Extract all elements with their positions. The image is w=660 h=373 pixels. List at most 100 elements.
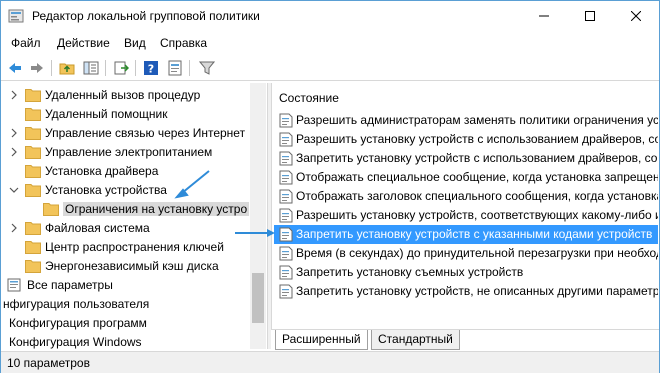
- tree-item[interactable]: Удаленный помощник: [1, 105, 251, 124]
- policy-label: Запретить установку съемных устройств: [296, 265, 524, 279]
- menu-file[interactable]: Файл: [11, 36, 41, 50]
- tree-item[interactable]: Установка драйвера: [1, 162, 251, 181]
- up-button[interactable]: [57, 58, 77, 78]
- policy-row[interactable]: Разрешить установку устройств, соответст…: [274, 206, 658, 225]
- show-hide-tree-icon: [83, 61, 99, 75]
- tree-item[interactable]: Файловая система: [1, 219, 251, 238]
- tree-item-label: Ограничения на установку устро: [63, 202, 250, 216]
- folder-icon: [25, 241, 41, 254]
- policy-row[interactable]: Отображать специальное сообщение, когда …: [274, 168, 658, 187]
- policy-label: Разрешить администраторам заменять полит…: [296, 113, 658, 127]
- maximize-button[interactable]: [567, 1, 613, 31]
- tree-item[interactable]: Все параметры: [1, 276, 251, 295]
- settings-list-pane: Состояние Разрешить администраторам заме…: [271, 83, 659, 349]
- console-tree: Удаленный вызов процедур Удаленный помощ…: [1, 83, 265, 349]
- scrollbar-thumb[interactable]: [252, 273, 264, 323]
- filter-button[interactable]: [197, 58, 217, 78]
- menu-action[interactable]: Действие: [57, 36, 110, 50]
- app-window: Редактор локальной групповой политики Фа…: [0, 0, 660, 373]
- chevron-right-icon[interactable]: [9, 223, 19, 233]
- policy-row[interactable]: Разрешить установку устройств с использо…: [274, 130, 658, 149]
- policy-setting-icon: [279, 246, 293, 261]
- window-title: Редактор локальной групповой политики: [32, 9, 260, 23]
- tree-scrollbar[interactable]: [250, 83, 266, 349]
- minimize-button[interactable]: [521, 1, 567, 31]
- tree-item[interactable]: Управление электропитанием: [1, 143, 251, 162]
- folder-icon: [25, 260, 41, 273]
- status-count: 10 параметров: [7, 356, 90, 370]
- tree-item[interactable]: Центр распространения ключей: [1, 238, 251, 257]
- tree-item[interactable]: нфигурация пользователя: [1, 295, 251, 314]
- policy-row[interactable]: Время (в секундах) до принудительной пер…: [274, 244, 658, 263]
- toolbar-separator: [51, 60, 52, 76]
- chevron-right-icon[interactable]: [9, 90, 19, 100]
- folder-icon: [25, 222, 41, 235]
- policy-label: Запретить установку устройств с указанны…: [296, 227, 653, 241]
- tab-extended[interactable]: Расширенный: [275, 330, 368, 350]
- minimize-icon: [539, 15, 549, 17]
- tree-item[interactable]: Установка устройства: [1, 181, 251, 200]
- export-list-icon: [114, 61, 129, 75]
- tree-item[interactable]: Удаленный вызов процедур: [1, 86, 251, 105]
- properties-icon: [168, 60, 182, 76]
- policy-row[interactable]: Разрешить администраторам заменять полит…: [274, 111, 658, 130]
- tree-item-label: Установка драйвера: [45, 164, 159, 178]
- policy-label: Разрешить установку устройств, соответст…: [296, 208, 658, 222]
- all-settings-icon: [7, 278, 21, 292]
- tree-item-selected[interactable]: Ограничения на установку устро: [1, 200, 251, 219]
- help-icon: ?: [144, 61, 158, 76]
- policy-label: Отображать заголовок специального сообще…: [296, 189, 658, 203]
- tree-item[interactable]: Энергонезависимый кэш диска: [1, 257, 251, 276]
- menu-view[interactable]: Вид: [124, 36, 146, 50]
- toolbar-separator: [135, 60, 136, 76]
- export-list-button[interactable]: [111, 58, 131, 78]
- policy-label: Запретить установку устройств с использо…: [296, 151, 658, 165]
- view-tabs: Расширенный Стандартный: [271, 329, 659, 351]
- policy-setting-icon: [279, 284, 293, 299]
- toolbar-separator: [105, 60, 106, 76]
- help-button[interactable]: ?: [141, 58, 161, 78]
- toolbar-separator: [189, 60, 190, 76]
- back-button[interactable]: [5, 58, 25, 78]
- tree-item-label: Конфигурация Windows: [9, 335, 142, 349]
- forward-button[interactable]: [27, 58, 47, 78]
- policy-setting-icon: [279, 170, 293, 185]
- policy-setting-icon: [279, 265, 293, 280]
- chevron-down-icon[interactable]: [9, 185, 19, 195]
- policy-label: Отображать специальное сообщение, когда …: [296, 170, 658, 184]
- policy-setting-icon: [279, 132, 293, 147]
- tree-item[interactable]: Конфигурация Windows: [1, 333, 251, 349]
- policy-row[interactable]: Запретить установку устройств с использо…: [274, 149, 658, 168]
- policy-row[interactable]: Запретить установку устройств, не описан…: [274, 282, 658, 301]
- policy-setting-icon: [279, 189, 293, 204]
- tab-standard[interactable]: Стандартный: [371, 330, 460, 350]
- policy-label: Запретить установку устройств, не описан…: [296, 284, 658, 298]
- tree-item-label: Все параметры: [27, 278, 113, 292]
- menu-help[interactable]: Справка: [160, 36, 207, 50]
- tree-item-label: Файловая система: [45, 221, 150, 235]
- tree-item-label: Энергонезависимый кэш диска: [45, 259, 219, 273]
- chevron-right-icon[interactable]: [9, 128, 19, 138]
- toolbar: ?: [1, 55, 659, 81]
- tree-item-label: нфигурация пользователя: [3, 297, 150, 311]
- tree-item[interactable]: Управление связью через Интернет: [1, 124, 251, 143]
- column-header-state[interactable]: Состояние: [279, 91, 339, 105]
- tree-item[interactable]: Конфигурация программ: [1, 314, 251, 333]
- policy-setting-icon: [279, 113, 293, 128]
- policy-setting-icon: [279, 208, 293, 223]
- properties-button[interactable]: [165, 58, 185, 78]
- policy-row[interactable]: Отображать заголовок специального сообще…: [274, 187, 658, 206]
- chevron-right-icon[interactable]: [9, 147, 19, 157]
- policy-row-selected[interactable]: Запретить установку устройств с указанны…: [274, 225, 658, 244]
- tree-item-label: Конфигурация программ: [9, 316, 147, 330]
- folder-icon: [25, 146, 41, 159]
- tree-item-label: Центр распространения ключей: [45, 240, 224, 254]
- menu-bar: Файл Действие Вид Справка: [1, 32, 659, 54]
- close-button[interactable]: [613, 1, 659, 31]
- maximize-icon: [585, 11, 595, 21]
- policy-row[interactable]: Запретить установку съемных устройств: [274, 263, 658, 282]
- folder-icon: [25, 89, 41, 102]
- show-hide-tree-button[interactable]: [81, 58, 101, 78]
- svg-text:?: ?: [148, 63, 154, 76]
- folder-icon: [25, 108, 41, 121]
